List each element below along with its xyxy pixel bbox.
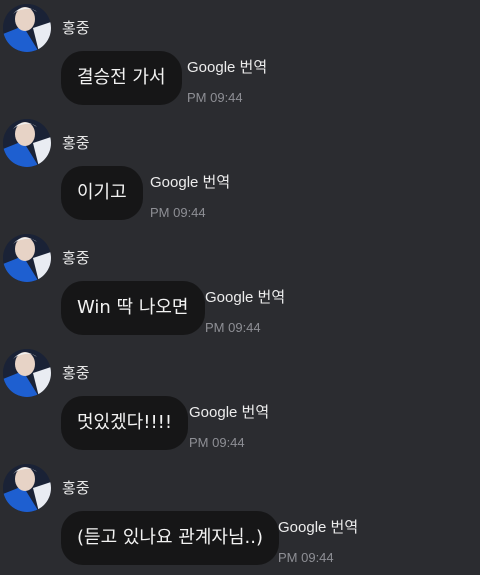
sender-avatar[interactable] bbox=[3, 234, 51, 282]
message-time: PM 09:44 bbox=[187, 90, 243, 105]
sender-name: 홍중 bbox=[62, 19, 90, 37]
google-translate-button[interactable]: Google 번역 bbox=[278, 519, 358, 537]
profile-photo-icon bbox=[3, 119, 51, 167]
sender-name: 홍중 bbox=[62, 364, 90, 382]
chat-message-list: 홍중 결승전 가서 Google 번역 PM 09:44 홍중 이기고 Goog… bbox=[0, 0, 480, 566]
sender-avatar[interactable] bbox=[3, 4, 51, 52]
chat-message: 홍중 결승전 가서 Google 번역 PM 09:44 bbox=[0, 0, 480, 115]
profile-photo-icon bbox=[3, 464, 51, 512]
chat-message: 홍중 Win 딱 나오면 Google 번역 PM 09:44 bbox=[0, 230, 480, 345]
chat-message: 홍중 이기고 Google 번역 PM 09:44 bbox=[0, 115, 480, 230]
sender-name: 홍중 bbox=[62, 479, 90, 497]
google-translate-button[interactable]: Google 번역 bbox=[187, 59, 267, 77]
chat-message: 홍중 (듣고 있나요 관계자님..) Google 번역 PM 09:44 bbox=[0, 460, 480, 575]
profile-photo-icon bbox=[3, 234, 51, 282]
message-time: PM 09:44 bbox=[205, 320, 261, 335]
sender-avatar[interactable] bbox=[3, 349, 51, 397]
message-bubble[interactable]: (듣고 있나요 관계자님..) bbox=[61, 511, 279, 565]
chat-message: 홍중 멋있겠다!!!! Google 번역 PM 09:44 bbox=[0, 345, 480, 460]
message-time: PM 09:44 bbox=[189, 435, 245, 450]
google-translate-button[interactable]: Google 번역 bbox=[189, 404, 269, 422]
profile-photo-icon bbox=[3, 4, 51, 52]
google-translate-button[interactable]: Google 번역 bbox=[205, 289, 285, 307]
sender-avatar[interactable] bbox=[3, 119, 51, 167]
message-bubble[interactable]: Win 딱 나오면 bbox=[61, 281, 205, 335]
message-time: PM 09:44 bbox=[278, 550, 334, 565]
sender-avatar[interactable] bbox=[3, 464, 51, 512]
message-bubble[interactable]: 결승전 가서 bbox=[61, 51, 182, 105]
message-bubble[interactable]: 이기고 bbox=[61, 166, 143, 220]
sender-name: 홍중 bbox=[62, 134, 90, 152]
message-bubble[interactable]: 멋있겠다!!!! bbox=[61, 396, 189, 450]
message-time: PM 09:44 bbox=[150, 205, 206, 220]
sender-name: 홍중 bbox=[62, 249, 90, 267]
profile-photo-icon bbox=[3, 349, 51, 397]
google-translate-button[interactable]: Google 번역 bbox=[150, 174, 230, 192]
